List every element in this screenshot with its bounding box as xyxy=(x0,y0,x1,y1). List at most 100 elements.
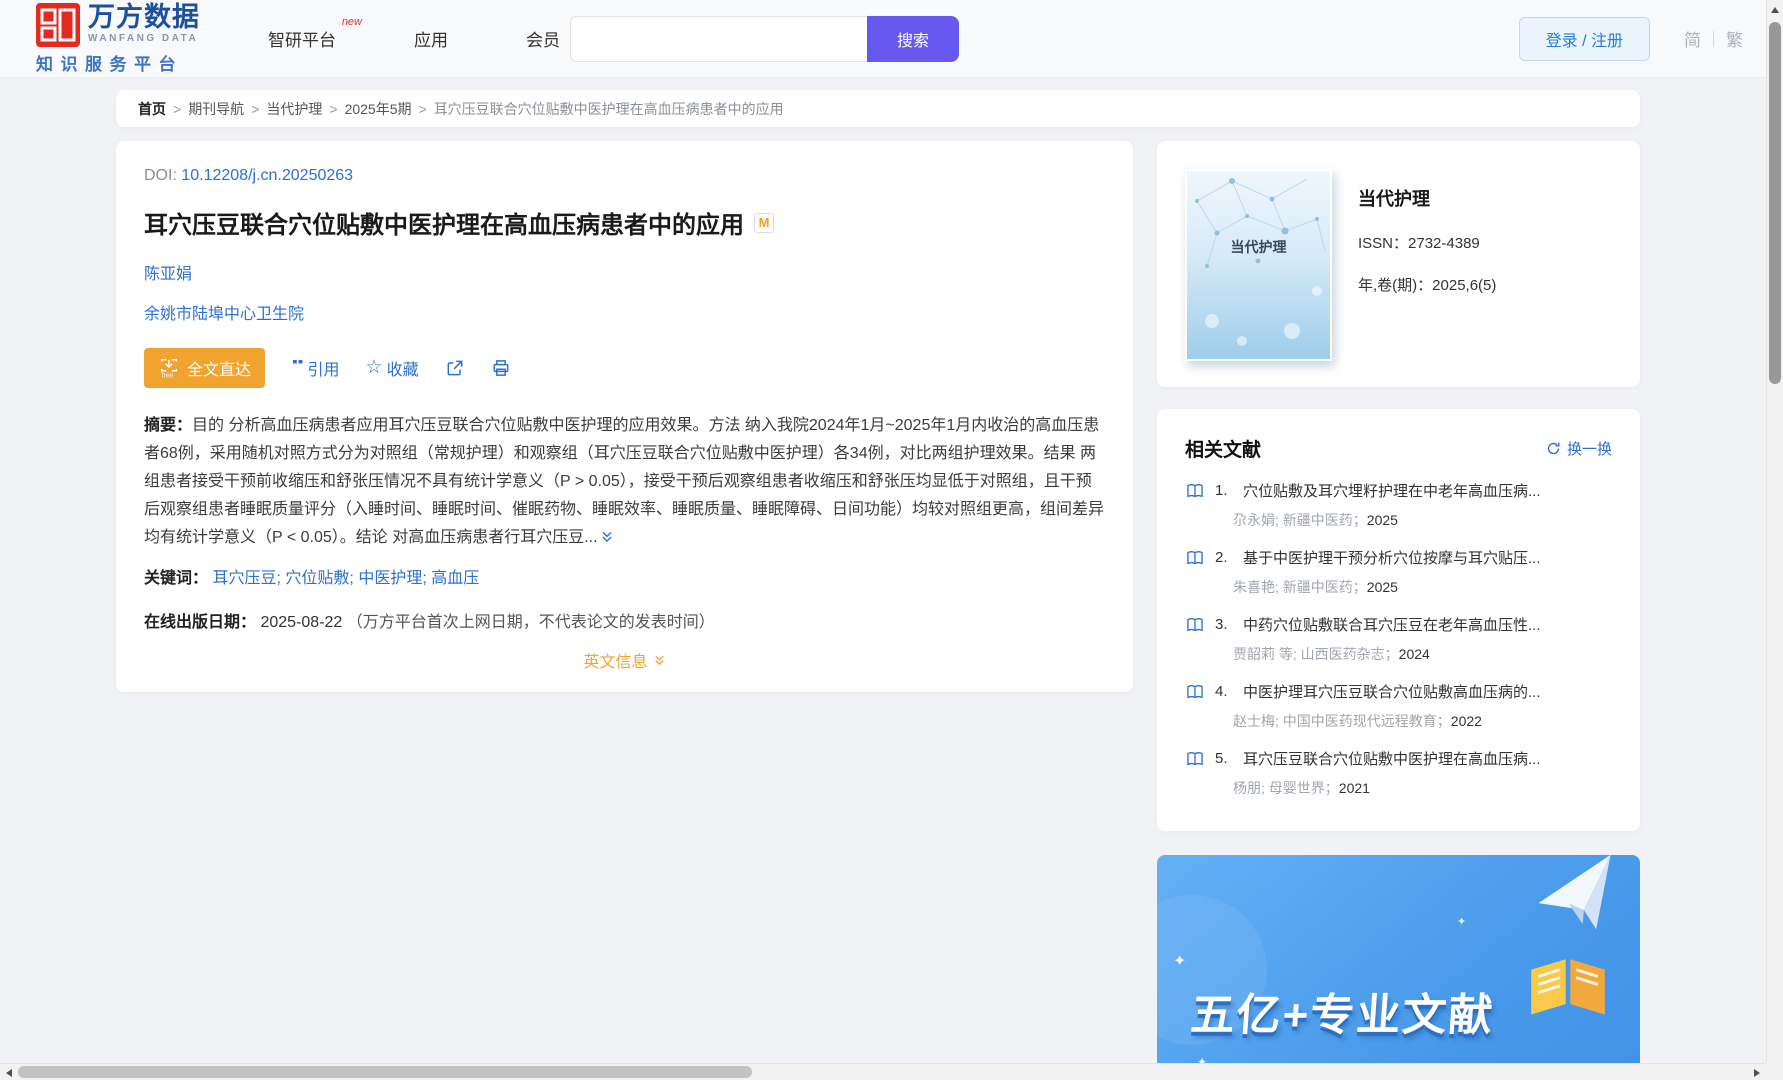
site-header: 万方数据 WANFANG DATA 知识服务平台 智研平台 new 应用 会员 … xyxy=(0,0,1783,78)
breadcrumb-separator: > xyxy=(329,100,338,117)
related-item-source[interactable]: 新疆中医药 xyxy=(1283,512,1353,528)
keyword-link[interactable]: 穴位贴敷 xyxy=(285,570,349,587)
breadcrumb: 首页 > 期刊导航 > 当代护理 > 2025年5期 > 耳穴压豆联合穴位贴敷中… xyxy=(116,90,1640,127)
related-item-title[interactable]: 中医护理耳穴压豆联合穴位贴敷高血压病的... xyxy=(1243,681,1541,702)
related-item-authors: 尕永娟; xyxy=(1233,512,1279,528)
search-bar: 搜索 xyxy=(570,15,959,62)
related-item-year: 2024 xyxy=(1398,646,1430,662)
affiliation-link[interactable]: 余姚市陆埠中心卫生院 xyxy=(144,306,304,323)
fulltext-button[interactable]: free 全文直达 xyxy=(144,348,266,388)
related-section-title: 相关文献 xyxy=(1185,440,1262,461)
nav-item-member-label: 会员 xyxy=(526,31,560,50)
scroll-up-arrow-icon[interactable] xyxy=(1771,7,1779,13)
nav-item-apps[interactable]: 应用 xyxy=(414,26,448,51)
abstract-label: 摘要： xyxy=(144,417,193,434)
cite-button[interactable]: “ 引用 xyxy=(291,356,340,380)
volume-value: 2025,6(5) xyxy=(1432,277,1497,294)
meta-separator: ； xyxy=(1436,713,1451,729)
keyword-link[interactable]: 中医护理 xyxy=(358,570,422,587)
related-item-number: 2. xyxy=(1215,549,1228,566)
journal-issn-row: ISSN：2732-4389 xyxy=(1358,232,1496,253)
m-badge-icon: M xyxy=(754,212,774,233)
nav-item-member[interactable]: 会员 xyxy=(526,26,560,51)
author-link[interactable]: 陈亚娟 xyxy=(144,266,192,283)
breadcrumb-issue[interactable]: 2025年5期 xyxy=(345,99,412,119)
book-icon xyxy=(1185,615,1205,635)
login-register-button[interactable]: 登录 / 注册 xyxy=(1518,16,1650,61)
horizontal-scrollbar-thumb[interactable] xyxy=(18,1066,752,1078)
collect-label: 收藏 xyxy=(386,362,419,379)
keyword-separator: ; xyxy=(276,570,281,587)
related-item-source[interactable]: 山西医药杂志 xyxy=(1301,646,1385,662)
related-item-year: 2025 xyxy=(1366,512,1398,528)
journal-name[interactable]: 当代护理 xyxy=(1358,185,1496,211)
wanfang-logo[interactable]: 万方数据 WANFANG DATA 知识服务平台 xyxy=(36,2,200,75)
related-item-number: 5. xyxy=(1215,750,1228,767)
pubdate-note: （万方平台首次上网日期，不代表论文的发表时间） xyxy=(346,614,715,631)
breadcrumb-journal[interactable]: 当代护理 xyxy=(266,99,322,119)
keyword-separator: ; xyxy=(349,570,354,587)
article-card: DOI: 10.12208/j.cn.20250263 耳穴压豆联合穴位贴敷中医… xyxy=(116,141,1133,692)
share-button[interactable] xyxy=(445,358,465,378)
star-icon: ☆ xyxy=(365,357,383,378)
lang-traditional[interactable]: 繁 xyxy=(1726,26,1743,51)
author-row: 陈亚娟 xyxy=(144,260,1105,284)
journal-cover[interactable]: 当代护理 xyxy=(1185,169,1332,361)
keyword-link[interactable]: 高血压 xyxy=(431,570,479,587)
doi-row: DOI: 10.12208/j.cn.20250263 xyxy=(144,167,1105,185)
right-sidebar: 当代护理 当代护理 ISSN：2732-4389 年,卷(期)：2025,6(5… xyxy=(1157,141,1640,1080)
scroll-right-arrow-icon[interactable] xyxy=(1754,1069,1760,1077)
related-item-title[interactable]: 耳穴压豆联合穴位贴敷中医护理在高血压病... xyxy=(1243,748,1541,769)
journal-volume-row: 年,卷(期)：2025,6(5) xyxy=(1358,274,1496,295)
svg-text:free: free xyxy=(162,373,174,379)
language-switch: 简 繁 xyxy=(1684,26,1743,51)
abstract: 摘要：目的 分析高血压病患者应用耳穴压豆联合穴位贴敷中医护理的应用效果。方法 纳… xyxy=(144,412,1105,554)
book-icon xyxy=(1185,682,1205,702)
related-item-title[interactable]: 基于中医护理干预分析穴位按摩与耳穴贴压... xyxy=(1243,547,1541,568)
doi-link[interactable]: 10.12208/j.cn.20250263 xyxy=(181,167,353,184)
vertical-scrollbar[interactable] xyxy=(1766,0,1783,1080)
article-title-row: 耳穴压豆联合穴位贴敷中医护理在高血压病患者中的应用 M xyxy=(144,205,1105,240)
keyword-link[interactable]: 耳穴压豆 xyxy=(212,570,276,587)
nav-item-zhiyan[interactable]: 智研平台 new xyxy=(268,16,362,51)
related-item-source[interactable]: 中国中医药现代远程教育 xyxy=(1283,713,1437,729)
related-item-title[interactable]: 中药穴位贴敷联合耳穴压豆在老年高血压性... xyxy=(1243,614,1541,635)
breadcrumb-journal-nav[interactable]: 期刊导航 xyxy=(188,99,244,119)
search-input[interactable] xyxy=(570,15,867,62)
lang-simplified[interactable]: 简 xyxy=(1684,26,1701,51)
vertical-scrollbar-thumb[interactable] xyxy=(1769,22,1781,384)
book-icon xyxy=(1185,749,1205,769)
related-item-source[interactable]: 新疆中医药 xyxy=(1283,579,1353,595)
logo-text: 万方数据 WANFANG DATA xyxy=(88,3,200,44)
related-item-year: 2021 xyxy=(1338,780,1370,796)
header-right: 登录 / 注册 简 繁 xyxy=(1518,16,1743,61)
promo-banner[interactable]: ✦ ✦ ✦ 五亿+专业文献 xyxy=(1157,855,1640,1080)
breadcrumb-separator: > xyxy=(251,100,260,117)
meta-separator: ； xyxy=(1352,579,1367,595)
english-info-toggle[interactable]: 英文信息 xyxy=(583,648,665,672)
horizontal-scrollbar[interactable] xyxy=(0,1063,1766,1080)
brand-name-cn: 万方数据 xyxy=(88,1,200,32)
volume-label: 年,卷(期)： xyxy=(1358,277,1433,294)
new-badge: new xyxy=(341,16,362,28)
related-item-authors: 赵士梅; xyxy=(1233,713,1279,729)
abstract-expand-icon[interactable] xyxy=(600,526,614,554)
collect-button[interactable]: ☆ 收藏 xyxy=(366,356,419,380)
related-item-year: 2022 xyxy=(1450,713,1482,729)
refresh-icon xyxy=(1547,442,1560,455)
refresh-related-button[interactable]: 换一换 xyxy=(1546,438,1612,459)
related-item-source[interactable]: 母婴世界 xyxy=(1269,780,1325,796)
related-item-authors: 朱喜艳; xyxy=(1233,579,1279,595)
meta-separator: ； xyxy=(1352,512,1367,528)
keywords-label: 关键词： xyxy=(144,570,209,587)
print-button[interactable] xyxy=(491,358,511,378)
list-item: 1. 穴位贴敷及耳穴埋籽护理在中老年高血压病... 尕永娟; 新疆中医药；202… xyxy=(1185,480,1612,530)
issn-label: ISSN： xyxy=(1358,235,1409,252)
scroll-left-arrow-icon[interactable] xyxy=(6,1069,12,1077)
paper-plane-icon xyxy=(1538,855,1611,930)
meta-separator: ； xyxy=(1384,646,1399,662)
breadcrumb-home[interactable]: 首页 xyxy=(138,99,166,119)
english-info-label: 英文信息 xyxy=(583,654,648,671)
search-button[interactable]: 搜索 xyxy=(867,15,959,62)
related-item-title[interactable]: 穴位贴敷及耳穴埋籽护理在中老年高血压病... xyxy=(1243,480,1541,501)
